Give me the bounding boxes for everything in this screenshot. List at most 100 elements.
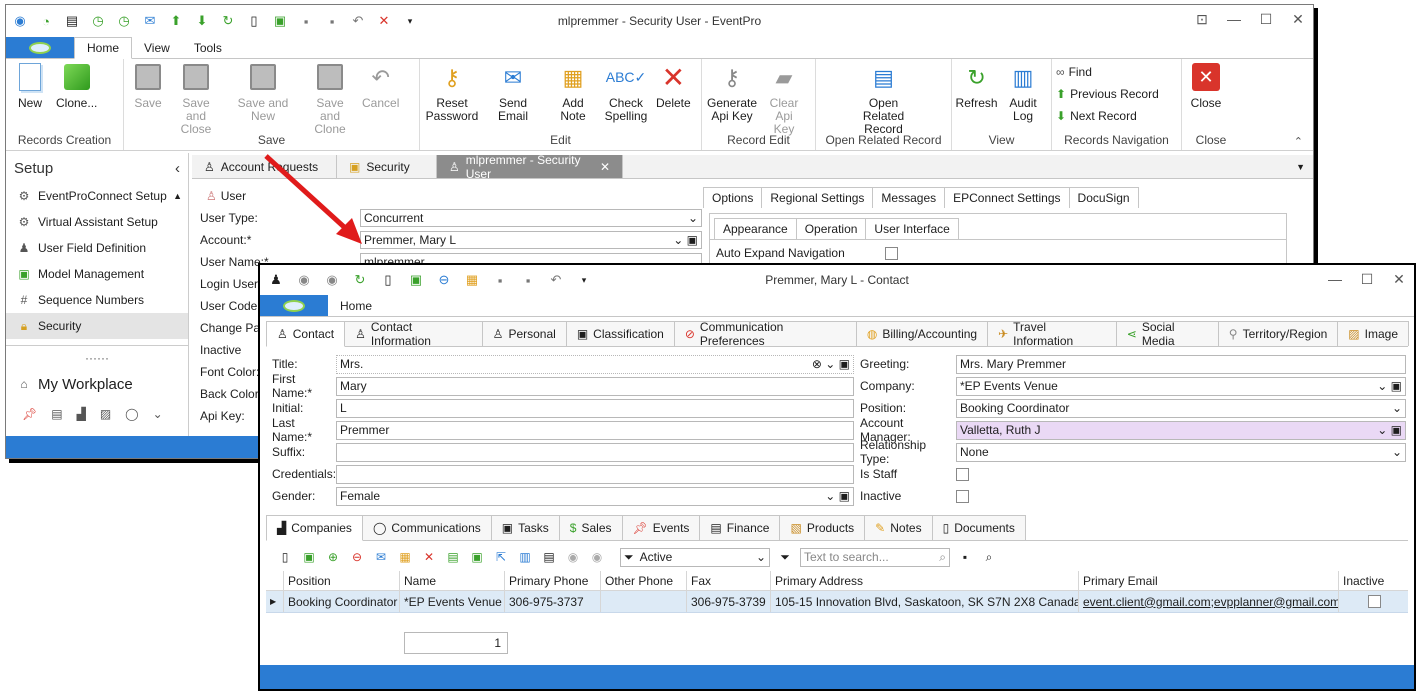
note-icon[interactable]: ▦ [462,270,482,290]
account-manager-select[interactable]: Valletta, Ruth J ⌄ ▣ [956,420,1406,440]
up-arrow-icon[interactable]: ⬆ [166,11,186,31]
tab-documents[interactable]: ▯ Documents [931,515,1026,540]
export-icon[interactable]: ▤ [444,548,462,566]
nav-item-virtual-assistant-setup[interactable]: ⚙ Virtual Assistant Setup [6,209,188,235]
report-icon[interactable]: ▥ [516,548,534,566]
tab-options[interactable]: Options [703,187,763,208]
relationship-type-select[interactable]: None ⌄ [956,442,1406,462]
tab-tools[interactable]: Tools [182,37,234,58]
refresh-icon[interactable]: ↻ [350,270,370,290]
reset-password-button[interactable]: ⚷ Reset Password [424,61,480,123]
tab-tasks[interactable]: ▣ Tasks [490,515,560,540]
column-header[interactable]: Other Phone [601,571,687,590]
tab-docusign[interactable]: DocuSign [1068,187,1139,208]
position-select[interactable]: Booking Coordinator ⌄ [956,398,1406,418]
is-staff-checkbox[interactable] [956,467,969,481]
close-window-icon[interactable]: ✕ [1390,271,1408,288]
nav-splitter[interactable]: ······ [6,345,188,369]
file-menu-button[interactable] [6,37,74,58]
columns-icon[interactable]: ▤ [540,548,558,566]
column-header[interactable]: Fax [687,571,771,590]
clear-api-key-button[interactable]: ▰ Clear Api Key [760,61,808,136]
close-icon[interactable]: ✕ [374,11,394,31]
user-doc-icon[interactable]: ▨ [100,407,111,421]
delete-icon[interactable]: ✕ [420,548,438,566]
refresh-icon[interactable]: ↻ [218,11,238,31]
find-button[interactable]: ∞ Find [1056,63,1159,81]
tab-contact[interactable]: ♙ Contact [266,321,346,347]
greeting-input[interactable]: Mrs. Mary Premmer [956,354,1406,374]
save-close-icon[interactable]: ▪ [322,11,342,31]
tab-regional-settings[interactable]: Regional Settings [761,187,874,208]
account-select[interactable]: Premmer, Mary L ⌄ ▣ [360,231,702,249]
find-icon[interactable]: ⌕ [980,548,998,566]
nav-item-model-management[interactable]: ▣ Model Management [6,261,188,287]
nav-item-eventproconnect-setup[interactable]: ⚙ EventProConnect Setup ▲ [6,183,188,209]
save-close-icon[interactable]: ▪ [518,270,538,290]
column-header[interactable]: Primary Address [771,571,1079,590]
tab-companies[interactable]: ▟ Companies [266,515,363,541]
new-button[interactable]: New [10,61,50,110]
suffix-input[interactable] [336,442,854,462]
tab-security-user[interactable]: ♙ mlpremmer - Security User ✕ [437,153,623,181]
note-icon[interactable]: ▦ [396,548,414,566]
calendar-icon[interactable]: ▤ [51,407,62,421]
my-workplace-button[interactable]: ⌂ My Workplace [6,369,188,399]
close-button[interactable]: ✕ Close [1186,61,1226,110]
filter-options-icon[interactable]: ⏷ [776,548,794,566]
search-input[interactable]: Text to search... ⌕ [800,547,950,567]
tab-territory-region[interactable]: ⚲ Territory/Region [1217,321,1339,346]
inactive-checkbox[interactable] [956,489,969,503]
initial-input[interactable]: L [336,398,854,418]
clock-icon[interactable]: ◷ [88,11,108,31]
credentials-input[interactable] [336,464,854,484]
tab-classification[interactable]: ▣ Classification [565,321,675,346]
close-tab-icon[interactable]: ✕ [600,160,610,174]
maximize-icon[interactable]: ☐ [1358,271,1376,288]
add-note-button[interactable]: ▦ Add Note [546,61,600,123]
email-icon[interactable]: ✉ [140,11,160,31]
clone-icon[interactable]: ▣ [406,270,426,290]
previous-record-button[interactable]: ⬆ Previous Record [1056,85,1159,103]
next-record-button[interactable]: ⬇ Next Record [1056,107,1159,125]
down-icon[interactable]: ◉ [322,270,342,290]
tab-operation[interactable]: Operation [795,218,867,239]
column-header[interactable]: Name [400,571,505,590]
email-icon[interactable]: ✉ [372,548,390,566]
tab-events[interactable]: 📌︎ Events [621,515,701,540]
column-header[interactable]: Position [284,571,400,590]
tabs-dropdown-icon[interactable]: ▼ [1296,162,1305,172]
up-icon[interactable]: ◉ [564,548,582,566]
delete-button[interactable]: ✕ Delete [652,61,695,110]
tab-view[interactable]: View [132,37,182,58]
save-and-clone-button[interactable]: Save and Clone [304,61,356,136]
minimize-icon[interactable]: — [1225,11,1243,28]
customize-dropdown-icon[interactable]: ▾ [400,11,420,31]
file-menu-button[interactable] [260,295,328,316]
auto-expand-checkbox[interactable] [884,246,898,260]
tab-contact-information[interactable]: ♙ Contact Information [344,320,483,348]
cell-primary-email[interactable]: event.client@gmail.com;evpplanner@gmail.… [1079,591,1339,612]
tab-home[interactable]: Home [74,37,133,59]
pin-icon[interactable]: 📌︎ [22,407,37,421]
column-header[interactable]: Inactive [1339,571,1405,590]
tab-epconnect-settings[interactable]: EPConnect Settings [944,187,1070,208]
open-related-record-button[interactable]: ▤ Open Related Record [846,61,922,136]
clone-icon[interactable]: ▣ [270,11,290,31]
clone-icon[interactable]: ▣ [300,548,318,566]
tab-sales[interactable]: $ Sales [558,515,623,540]
remove-icon[interactable]: ⊖ [348,548,366,566]
tab-travel-information[interactable]: ✈ Travel Information [987,320,1117,348]
restore-layout-icon[interactable]: ⊡ [1193,11,1211,28]
tab-communication-preferences[interactable]: ⊘ Communication Preferences [673,320,857,348]
nav-item-user-field-definition[interactable]: ♟ User Field Definition [6,235,188,261]
merge-icon[interactable]: ⊖ [434,270,454,290]
save-and-close-button[interactable]: Save and Close [170,61,222,136]
minimize-icon[interactable]: — [1326,271,1344,288]
inactive-checkbox[interactable] [1367,595,1381,608]
cancel-button[interactable]: ↶ Cancel [358,61,403,110]
tab-personal[interactable]: ♙ Personal [481,321,567,346]
send-email-button[interactable]: ✉ Send Email [482,61,544,123]
clock-icon[interactable]: ◷ [114,11,134,31]
save-button[interactable]: Save [128,61,168,110]
